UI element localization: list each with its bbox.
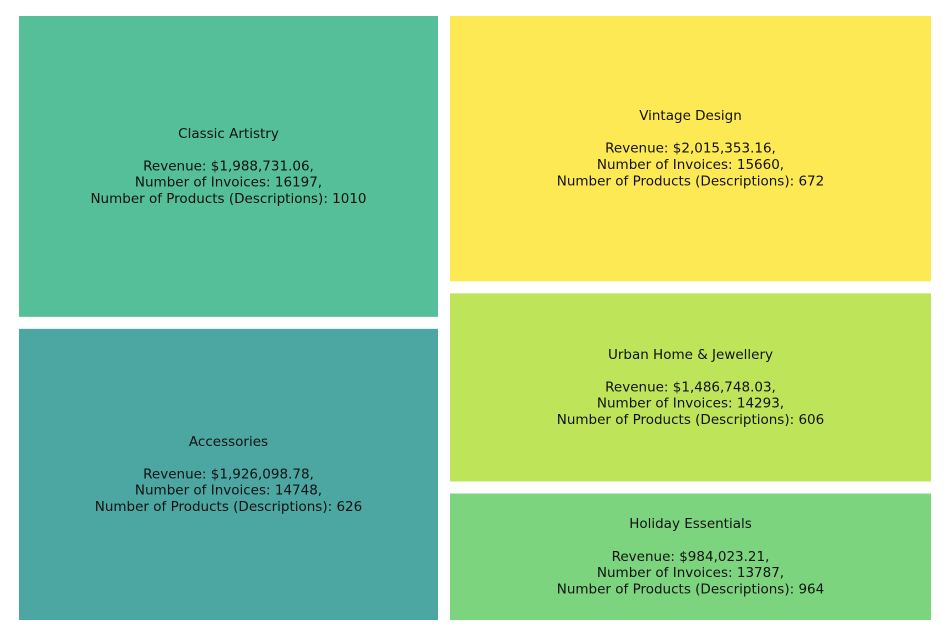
tile-revenue: Revenue: $2,015,353.16, (605, 141, 776, 157)
tile-title: Urban Home & Jewellery (608, 347, 773, 363)
tile-revenue: Revenue: $1,988,731.06, (143, 158, 314, 174)
tile-accessories[interactable]: AccessoriesRevenue: $1,926,098.78,Number… (19, 328, 438, 620)
tile-holiday-essentials[interactable]: Holiday EssentialsRevenue: $984,023.21,N… (449, 493, 931, 620)
tile-revenue: Revenue: $984,023.21, (612, 549, 770, 565)
tile-title: Holiday Essentials (629, 516, 752, 532)
tile-invoices: Number of Invoices: 14293, (597, 396, 784, 412)
treemap-chart: Classic ArtistryRevenue: $1,988,731.06,N… (19, 16, 931, 620)
tile-products: Number of Products (Descriptions): 672 (557, 173, 824, 189)
tile-products: Number of Products (Descriptions): 964 (557, 581, 824, 597)
tile-invoices: Number of Invoices: 14748, (135, 483, 322, 499)
tile-title: Vintage Design (639, 108, 742, 124)
tile-invoices: Number of Invoices: 16197, (135, 175, 322, 191)
tile-products: Number of Products (Descriptions): 626 (95, 499, 362, 515)
tile-revenue: Revenue: $1,486,748.03, (605, 379, 776, 395)
tile-vintage-design[interactable]: Vintage DesignRevenue: $2,015,353.16,Num… (449, 16, 931, 282)
tile-title: Accessories (189, 434, 268, 450)
tile-invoices: Number of Invoices: 15660, (597, 157, 784, 173)
tile-products: Number of Products (Descriptions): 1010 (90, 191, 366, 207)
tile-products: Number of Products (Descriptions): 606 (557, 412, 824, 428)
tile-urban-home-jewellery[interactable]: Urban Home & Jewellery Revenue: $1,486,74… (449, 293, 931, 482)
tile-invoices: Number of Invoices: 13787, (597, 565, 784, 581)
tile-title: Classic Artistry (178, 126, 279, 142)
tile-classic-artistry[interactable]: Classic ArtistryRevenue: $1,988,731.06,N… (19, 16, 438, 317)
tile-revenue: Revenue: $1,926,098.78, (143, 466, 314, 482)
